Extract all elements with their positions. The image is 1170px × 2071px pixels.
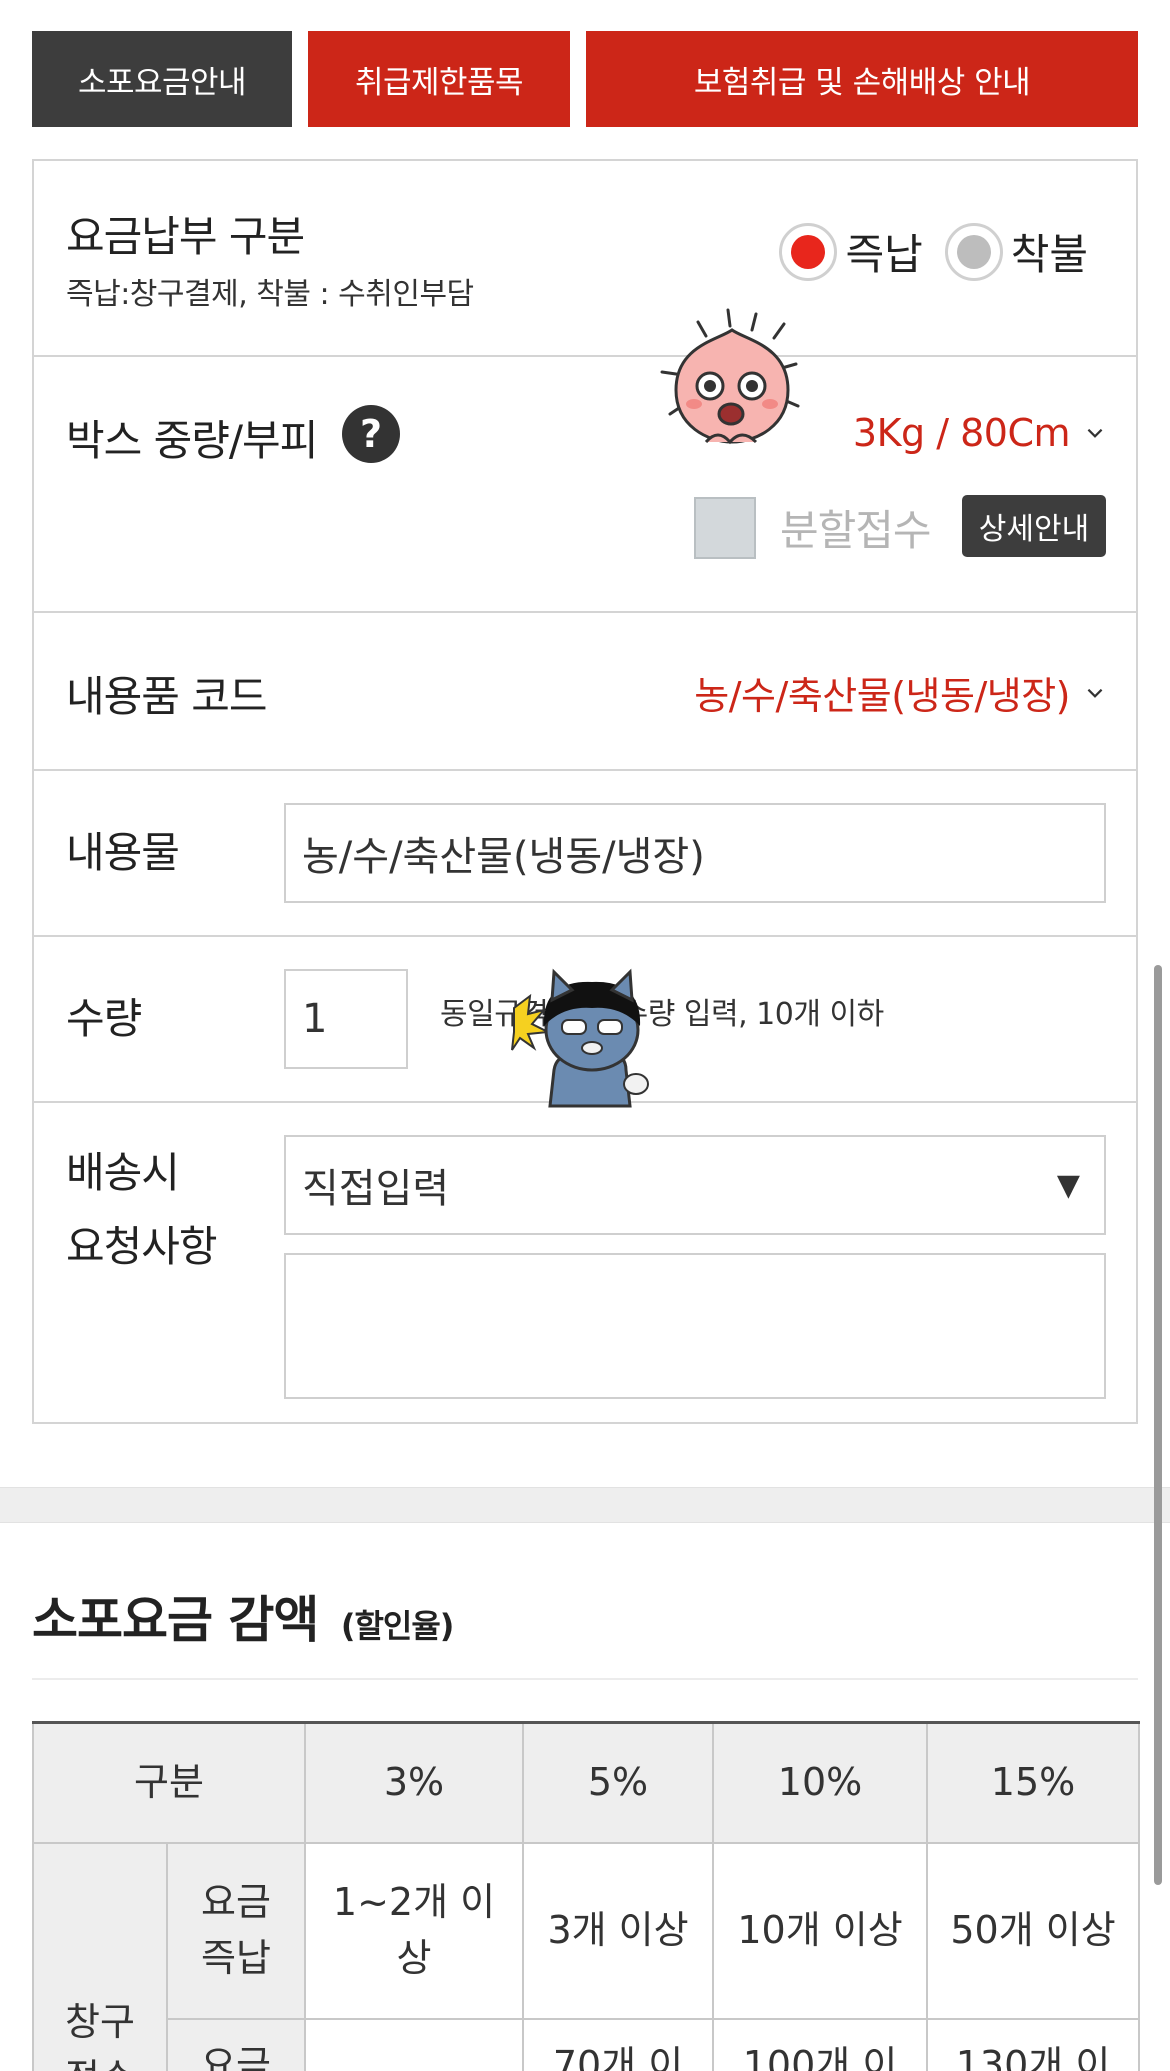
table-cell: 10개 이상 xyxy=(712,1841,929,2020)
dropdown-triangle-icon: ▼ xyxy=(1056,1167,1080,1203)
tab-parcel-fee[interactable]: 소포요금안내 xyxy=(32,31,292,127)
table-header: 5% xyxy=(522,1721,715,1844)
neo-sticker xyxy=(511,968,649,1108)
request-row: 배송시 요청사항 직접입력 ▼ xyxy=(34,1103,1136,1424)
table-header: 15% xyxy=(926,1721,1141,1844)
discount-table: 구분 3% 5% 10% 15% 창구 접수 요금 즉납 1~2개 이 상 3개… xyxy=(31,1721,1141,2071)
chevron-down-icon xyxy=(1087,688,1103,698)
row-label-cell: 요금 즉납 xyxy=(165,1841,307,2020)
section-divider xyxy=(0,1487,1170,1523)
payment-sub-label: 즉납:창구결제, 착불 : 수취인부담 xyxy=(66,277,474,312)
vertical-scrollbar[interactable] xyxy=(1154,965,1162,1885)
request-select[interactable]: 직접입력 ▼ xyxy=(284,1135,1106,1235)
content-code-select[interactable]: 농/수/축산물(냉동/냉장) xyxy=(694,665,1106,720)
table-cell: 1~2개 이 상 xyxy=(304,1841,525,2020)
tab-insurance-compensation[interactable]: 보험취급 및 손해배상 안내 xyxy=(586,31,1138,127)
payment-row: 요금납부 구분 즉납:창구결제, 착불 : 수취인부담 즉납 착불 xyxy=(34,161,1136,357)
table-cell: 70개 이 xyxy=(522,2017,715,2071)
title-divider xyxy=(32,1678,1138,1680)
group-label-cell: 창구 접수 xyxy=(32,1841,168,2071)
tab-bar: 소포요금안내 취급제한품목 보험취급 및 손해배상 안내 xyxy=(32,31,1138,127)
payment-radio-group: 즉납 착불 xyxy=(757,221,1088,282)
radio-immediate-label: 즉납 xyxy=(845,230,923,279)
split-label: 분할접수 xyxy=(780,506,932,555)
box-size-value: 3Kg / 80Cm xyxy=(852,411,1071,455)
request-label-line1: 배송시 xyxy=(66,1148,180,1197)
request-select-value: 직접입력 xyxy=(302,1166,450,1212)
chevron-down-icon xyxy=(1087,428,1103,438)
table-cell: 100개 이 xyxy=(712,2017,929,2071)
table-header: 10% xyxy=(712,1721,929,1844)
request-textarea[interactable] xyxy=(284,1253,1106,1399)
table-header: 구분 xyxy=(31,1721,307,1844)
payment-label: 요금납부 구분 xyxy=(66,212,305,261)
split-checkbox[interactable] xyxy=(694,497,756,559)
apeach-sticker xyxy=(660,308,800,445)
radio-selected-icon xyxy=(779,222,838,281)
tab-restricted-items[interactable]: 취급제한품목 xyxy=(308,31,570,127)
radio-cod-label: 착불 xyxy=(1010,230,1088,279)
content-code-label: 내용품 코드 xyxy=(66,672,268,721)
table-cell: 130개 이 xyxy=(926,2017,1141,2071)
table-cell: 3개 이상 xyxy=(522,1841,715,2020)
table-cell: 50개 이상 xyxy=(926,1841,1141,2020)
radio-immediate[interactable]: 즉납 xyxy=(779,221,923,282)
table-row: 창구 접수 요금 즉납 1~2개 이 상 3개 이상 10개 이상 50개 이상 xyxy=(32,1841,1141,2071)
request-label-line2: 요청사항 xyxy=(66,1222,218,1271)
box-size-select[interactable]: 3Kg / 80Cm xyxy=(853,411,1106,455)
content-row: 내용물 농/수/축산물(냉동/냉장) xyxy=(34,771,1136,937)
table-cell xyxy=(304,2017,525,2071)
content-code-value: 농/수/축산물(냉동/냉장) xyxy=(694,674,1070,718)
quantity-label: 수량 xyxy=(66,994,142,1043)
table-header: 3% xyxy=(304,1721,525,1844)
discount-title-small: (할인율) xyxy=(340,1607,455,1645)
parcel-form: 요금납부 구분 즉납:창구결제, 착불 : 수취인부담 즉납 착불 박스 중량/… xyxy=(32,159,1138,1424)
content-label: 내용물 xyxy=(66,828,180,877)
box-size-label: 박스 중량/부피 xyxy=(66,416,318,465)
radio-unselected-icon xyxy=(944,222,1003,281)
box-size-row: 박스 중량/부피 ? 3Kg / 80Cm 분할접수 상세안내 xyxy=(34,357,1136,613)
content-input[interactable]: 농/수/축산물(냉동/냉장) xyxy=(284,803,1106,903)
radio-cod[interactable]: 착불 xyxy=(944,221,1088,282)
content-code-row: 내용품 코드 농/수/축산물(냉동/냉장) xyxy=(34,613,1136,771)
discount-title: 소포요금 감액 (할인율) xyxy=(32,1580,455,1652)
table-header-row: 구분 3% 5% 10% 15% xyxy=(31,1721,1141,1844)
row-label-cell: 요금 xyxy=(165,2017,307,2071)
table-row: 요금 70개 이 100개 이 130개 이 xyxy=(33,2017,1141,2071)
detail-button[interactable]: 상세안내 xyxy=(962,495,1106,557)
question-mark-icon[interactable]: ? xyxy=(342,405,400,463)
quantity-input[interactable]: 1 xyxy=(284,969,408,1069)
discount-title-main: 소포요금 감액 xyxy=(32,1591,319,1649)
